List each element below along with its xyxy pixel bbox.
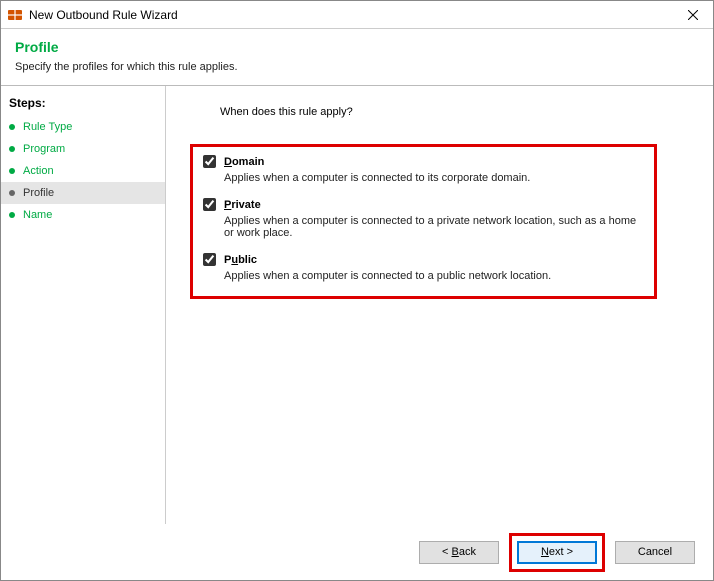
question-text: When does this rule apply? [220, 106, 689, 118]
footer: < Back Next > Cancel [1, 524, 713, 580]
header: Profile Specify the profiles for which t… [1, 29, 713, 86]
page-subtitle: Specify the profiles for which this rule… [15, 61, 699, 73]
step-name[interactable]: Name [1, 204, 165, 226]
steps-title: Steps: [1, 94, 165, 116]
step-label: Rule Type [23, 121, 72, 133]
bullet-icon [9, 146, 15, 152]
public-desc: Applies when a computer is connected to … [224, 270, 644, 282]
private-label: Private [224, 199, 261, 211]
private-checkbox[interactable] [203, 198, 216, 211]
step-profile[interactable]: Profile [1, 182, 165, 204]
step-label: Profile [23, 187, 54, 199]
highlight-next: Next > [509, 533, 605, 572]
body: Steps: Rule Type Program Action Profile … [1, 86, 713, 524]
step-action[interactable]: Action [1, 160, 165, 182]
bullet-icon [9, 212, 15, 218]
main-panel: When does this rule apply? Domain Applie… [166, 86, 713, 524]
profile-private: Private Applies when a computer is conne… [203, 198, 644, 239]
step-program[interactable]: Program [1, 138, 165, 160]
domain-checkbox[interactable] [203, 155, 216, 168]
steps-sidebar: Steps: Rule Type Program Action Profile … [1, 86, 166, 524]
cancel-button[interactable]: Cancel [615, 541, 695, 564]
domain-label: Domain [224, 156, 264, 168]
private-desc: Applies when a computer is connected to … [224, 215, 644, 239]
highlight-box: Domain Applies when a computer is connec… [190, 144, 657, 299]
page-title: Profile [15, 39, 699, 55]
step-rule-type[interactable]: Rule Type [1, 116, 165, 138]
step-label: Name [23, 209, 52, 221]
bullet-icon [9, 190, 15, 196]
title-bar: New Outbound Rule Wizard [1, 1, 713, 29]
public-label: Public [224, 254, 257, 266]
back-button[interactable]: < Back [419, 541, 499, 564]
next-button[interactable]: Next > [517, 541, 597, 564]
profile-domain: Domain Applies when a computer is connec… [203, 155, 644, 184]
bullet-icon [9, 168, 15, 174]
domain-desc: Applies when a computer is connected to … [224, 172, 644, 184]
wizard-window: New Outbound Rule Wizard Profile Specify… [0, 0, 714, 581]
profile-public: Public Applies when a computer is connec… [203, 253, 644, 282]
firewall-icon [7, 7, 23, 23]
step-label: Action [23, 165, 54, 177]
close-button[interactable] [679, 1, 707, 28]
public-checkbox[interactable] [203, 253, 216, 266]
close-icon [688, 10, 698, 20]
window-title: New Outbound Rule Wizard [29, 8, 679, 22]
bullet-icon [9, 124, 15, 130]
step-label: Program [23, 143, 65, 155]
